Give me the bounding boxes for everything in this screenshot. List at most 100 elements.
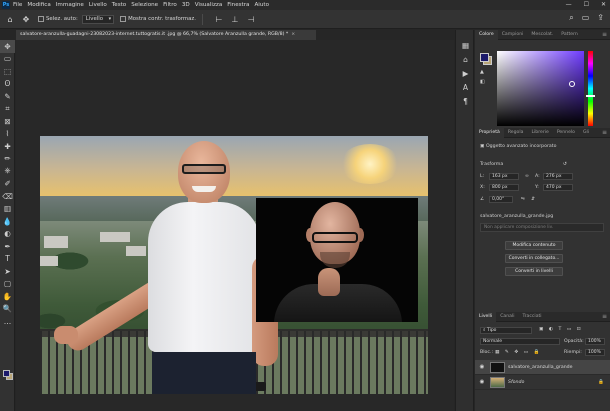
minimize-button[interactable]: — (566, 0, 572, 10)
paragraph-icon[interactable]: ¶ (456, 94, 475, 108)
warning-icon[interactable]: ▲ (480, 69, 484, 75)
dodge-icon[interactable]: ◐ (0, 228, 15, 241)
smart-object-layer-portrait[interactable] (256, 198, 418, 322)
healing-icon[interactable]: ✚ (0, 140, 15, 153)
panel-menu-icon[interactable]: ≡ (602, 129, 607, 136)
share-icon[interactable]: ⇪ (597, 13, 604, 23)
layer-filter-dropdown[interactable]: ⌕ Tipo (480, 327, 532, 334)
menu-window[interactable]: Finestra (227, 2, 249, 8)
quick-select-icon[interactable]: ✎ (0, 90, 15, 103)
image-canvas[interactable] (40, 136, 428, 394)
menu-file[interactable]: File (13, 2, 22, 8)
tab-color[interactable]: Colore (475, 29, 498, 40)
link-icon[interactable]: ∞ (525, 174, 529, 179)
visibility-eye-icon[interactable]: ◉ (477, 364, 487, 370)
hue-slider[interactable] (588, 51, 593, 126)
menu-filter[interactable]: Filtro (163, 2, 177, 8)
hand-icon[interactable]: ✋ (0, 290, 15, 303)
convert-to-layers-button[interactable]: Converti in livelli (505, 267, 563, 276)
flip-vertical-icon[interactable]: ⇵ (531, 197, 535, 202)
auto-select-dropdown[interactable]: Livello (81, 14, 115, 24)
history-brush-icon[interactable]: ✐ (0, 178, 15, 191)
brush-icon[interactable]: ✏ (0, 153, 15, 166)
gradient-icon[interactable]: ▥ (0, 203, 15, 216)
crop-icon[interactable]: ⌗ (0, 103, 15, 116)
align-left-icon[interactable]: ⊢ (213, 13, 225, 25)
color-picker-handle[interactable] (569, 81, 575, 87)
eyedropper-icon[interactable]: ⌇ (0, 128, 15, 141)
flip-horizontal-icon[interactable]: ⇋ (521, 197, 525, 202)
edit-contents-button[interactable]: Modifica contenuto (505, 241, 563, 250)
auto-select-checkbox[interactable] (38, 16, 44, 22)
menu-edit[interactable]: Modifica (27, 2, 50, 8)
y-input[interactable]: 470 px (543, 184, 573, 191)
foreground-color-swatch[interactable] (3, 370, 10, 377)
layer-row[interactable]: ◉ Sfondo 🔒 (475, 375, 610, 390)
eraser-icon[interactable]: ⌫ (0, 190, 15, 203)
layer-row[interactable]: ◉ salvatore_aranzulla_grande (475, 360, 610, 375)
marquee-icon[interactable]: ⬚ (0, 65, 15, 78)
tab-channels[interactable]: Canali (496, 312, 518, 322)
move-tool-preset-icon[interactable]: ✥ (20, 13, 32, 25)
zoom-icon[interactable]: 🔍 (0, 303, 15, 316)
close-document-button[interactable]: × (291, 32, 295, 37)
home-icon[interactable]: ⌂ (4, 13, 16, 25)
show-transform-checkbox[interactable] (120, 16, 127, 22)
panel-menu-icon[interactable]: ≡ (602, 313, 607, 320)
libraries-icon[interactable]: ⌂ (456, 52, 475, 66)
search-icon[interactable]: ⌕ (569, 13, 573, 23)
pen-icon[interactable]: ✒ (0, 240, 15, 253)
tab-glyphs[interactable]: Gli (579, 128, 593, 138)
menu-view[interactable]: Visualizza (195, 2, 223, 8)
tab-mixer[interactable]: Mescolat. (527, 30, 557, 40)
menu-layer[interactable]: Livello (89, 2, 107, 8)
history-panel-icon[interactable]: ▦ (456, 38, 475, 52)
menu-3d[interactable]: 3D (182, 2, 190, 8)
menu-select[interactable]: Selezione (131, 2, 158, 8)
tab-layers[interactable]: Livelli (475, 311, 497, 322)
lock-icon[interactable]: 🔒 (598, 380, 604, 385)
visibility-eye-icon[interactable]: ◉ (477, 379, 487, 385)
tab-libraries[interactable]: Librerie (527, 128, 552, 138)
layer-filter-icons[interactable]: ▣ ◐ T ▭ ⊡ (539, 327, 583, 332)
artboard-icon[interactable]: ▭ (0, 53, 15, 66)
path-select-icon[interactable]: ➤ (0, 265, 15, 278)
stamp-icon[interactable]: ⎈ (0, 165, 15, 178)
character-icon[interactable]: A (456, 80, 475, 94)
width-input[interactable]: 163 px (489, 173, 519, 180)
height-input[interactable]: 276 px (543, 173, 573, 180)
blur-icon[interactable]: 💧 (0, 215, 15, 228)
lasso-icon[interactable]: ʘ (0, 78, 15, 91)
workspace-icon[interactable]: ▭ (582, 13, 590, 23)
tab-pattern[interactable]: Pattern (557, 30, 582, 40)
close-window-button[interactable]: ✕ (601, 0, 606, 10)
tab-adjustments[interactable]: Regola (504, 128, 528, 138)
document-tab[interactable]: salvatore-aranzulla-guadagni-23082023-in… (16, 30, 316, 40)
tab-paths[interactable]: Tracciati (519, 312, 546, 322)
blend-mode-dropdown[interactable]: Normale (480, 338, 560, 345)
move-icon[interactable]: ✥ (0, 40, 15, 53)
align-right-icon[interactable]: ⊣ (245, 13, 257, 25)
color-foreground-swatch[interactable] (480, 53, 489, 62)
web-color-icon[interactable]: ◧ (480, 79, 485, 85)
lock-icons[interactable]: ▦ ✎ ✥ ▭ 🔒 (495, 350, 542, 355)
tab-properties[interactable]: Proprietà (475, 127, 504, 138)
frame-icon[interactable]: ⊠ (0, 115, 15, 128)
reset-transform-icon[interactable]: ↺ (563, 162, 567, 167)
menu-image[interactable]: Immagine (56, 2, 84, 8)
fill-input[interactable]: 100% (585, 349, 605, 356)
tab-brushes[interactable]: Pennelo (553, 128, 579, 138)
tab-swatches[interactable]: Campioni (498, 30, 528, 40)
x-input[interactable]: 800 px (489, 184, 519, 191)
more-icon[interactable]: … (0, 315, 15, 328)
align-center-icon[interactable]: ⊥ (229, 13, 241, 25)
menu-type[interactable]: Testo (112, 2, 126, 8)
menu-help[interactable]: Aiuto (254, 2, 269, 8)
opacity-input[interactable]: 100% (585, 338, 605, 345)
hue-slider-handle[interactable] (586, 95, 595, 97)
angle-input[interactable]: 0,00° (489, 196, 513, 203)
color-picker-field[interactable] (497, 51, 584, 126)
actions-play-icon[interactable]: ▶ (456, 66, 475, 80)
convert-to-linked-button[interactable]: Converti in collegato... (505, 254, 563, 263)
type-icon[interactable]: T (0, 253, 15, 266)
